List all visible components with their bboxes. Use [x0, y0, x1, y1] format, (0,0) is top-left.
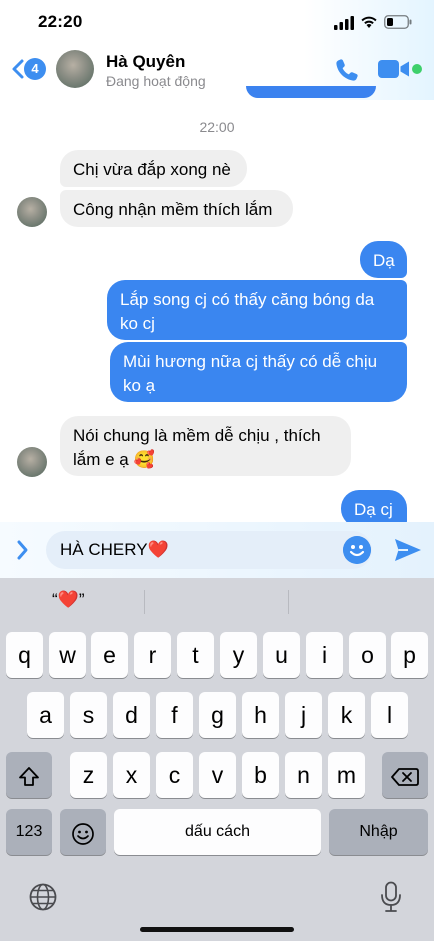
key-v[interactable]: v: [199, 752, 236, 798]
phone-icon[interactable]: [333, 56, 361, 84]
contact-name[interactable]: Hà Quyên: [106, 52, 185, 72]
wifi-icon: [361, 16, 377, 28]
key-s[interactable]: s: [70, 692, 107, 738]
microphone-icon[interactable]: [380, 881, 402, 913]
key-i[interactable]: i: [306, 632, 343, 678]
message-bubble-out[interactable]: Lắp song cj có thấy căng bóng da ko cj: [107, 280, 407, 340]
space-key[interactable]: dấu cách: [114, 809, 321, 855]
shift-key[interactable]: [6, 752, 52, 798]
key-p[interactable]: p: [391, 632, 428, 678]
battery-icon: [384, 15, 412, 29]
emoji-icon[interactable]: [343, 536, 371, 564]
suggestion-divider: [144, 590, 145, 614]
key-a[interactable]: a: [27, 692, 64, 738]
key-w[interactable]: w: [49, 632, 86, 678]
status-time: 22:20: [38, 12, 83, 31]
chat-timestamp: 22:00: [199, 119, 235, 135]
backspace-icon: [391, 768, 419, 786]
key-z[interactable]: z: [70, 752, 107, 798]
key-l[interactable]: l: [371, 692, 408, 738]
emoji-key[interactable]: [60, 809, 106, 855]
backspace-key[interactable]: [382, 752, 428, 798]
contact-avatar[interactable]: [56, 50, 94, 88]
key-x[interactable]: x: [113, 752, 150, 798]
suggestion-divider: [288, 590, 289, 614]
key-e[interactable]: e: [91, 632, 128, 678]
key-g[interactable]: g: [199, 692, 236, 738]
key-c[interactable]: c: [156, 752, 193, 798]
home-indicator: [140, 927, 294, 932]
shift-icon: [19, 767, 39, 786]
key-n[interactable]: n: [285, 752, 322, 798]
key-o[interactable]: o: [349, 632, 386, 678]
video-camera-icon[interactable]: [378, 58, 410, 80]
message-bubble-in[interactable]: Chị vừa đắp xong nè: [60, 150, 247, 187]
message-bubble-in[interactable]: Nói chung là mềm dễ chịu , thích lắm e ạ…: [60, 416, 351, 476]
key-k[interactable]: k: [328, 692, 365, 738]
key-y[interactable]: y: [220, 632, 257, 678]
return-key[interactable]: Nhập: [329, 809, 428, 855]
contact-avatar-small: [17, 447, 47, 477]
message-bubble-out[interactable]: Dạ: [360, 241, 407, 278]
key-h[interactable]: h: [242, 692, 279, 738]
message-bubble-in[interactable]: Công nhận mềm thích lắm: [60, 190, 293, 227]
cellular-signal-icon: [334, 16, 354, 30]
emoji-key-icon: [72, 823, 94, 845]
contact-status: Đang hoạt động: [106, 73, 206, 89]
key-f[interactable]: f: [156, 692, 193, 738]
globe-icon[interactable]: [28, 882, 58, 912]
numbers-key[interactable]: 123: [6, 809, 52, 855]
key-t[interactable]: t: [177, 632, 214, 678]
key-r[interactable]: r: [134, 632, 171, 678]
suggestion-item[interactable]: “❤️”: [52, 590, 85, 610]
previous-message-bubble: [246, 86, 376, 98]
expand-chevron-icon[interactable]: [14, 538, 30, 562]
key-q[interactable]: q: [6, 632, 43, 678]
key-d[interactable]: d: [113, 692, 150, 738]
contact-avatar-small: [17, 197, 47, 227]
online-status-dot: [412, 64, 422, 74]
key-j[interactable]: j: [285, 692, 322, 738]
send-icon[interactable]: [393, 536, 423, 564]
unread-count-badge[interactable]: 4: [24, 58, 46, 80]
message-bubble-out[interactable]: Mùi hương nữa cj thấy có dễ chịu ko ạ: [110, 342, 407, 402]
key-b[interactable]: b: [242, 752, 279, 798]
message-input-text[interactable]: HÀ CHERY❤️: [60, 540, 169, 560]
key-u[interactable]: u: [263, 632, 300, 678]
key-m[interactable]: m: [328, 752, 365, 798]
